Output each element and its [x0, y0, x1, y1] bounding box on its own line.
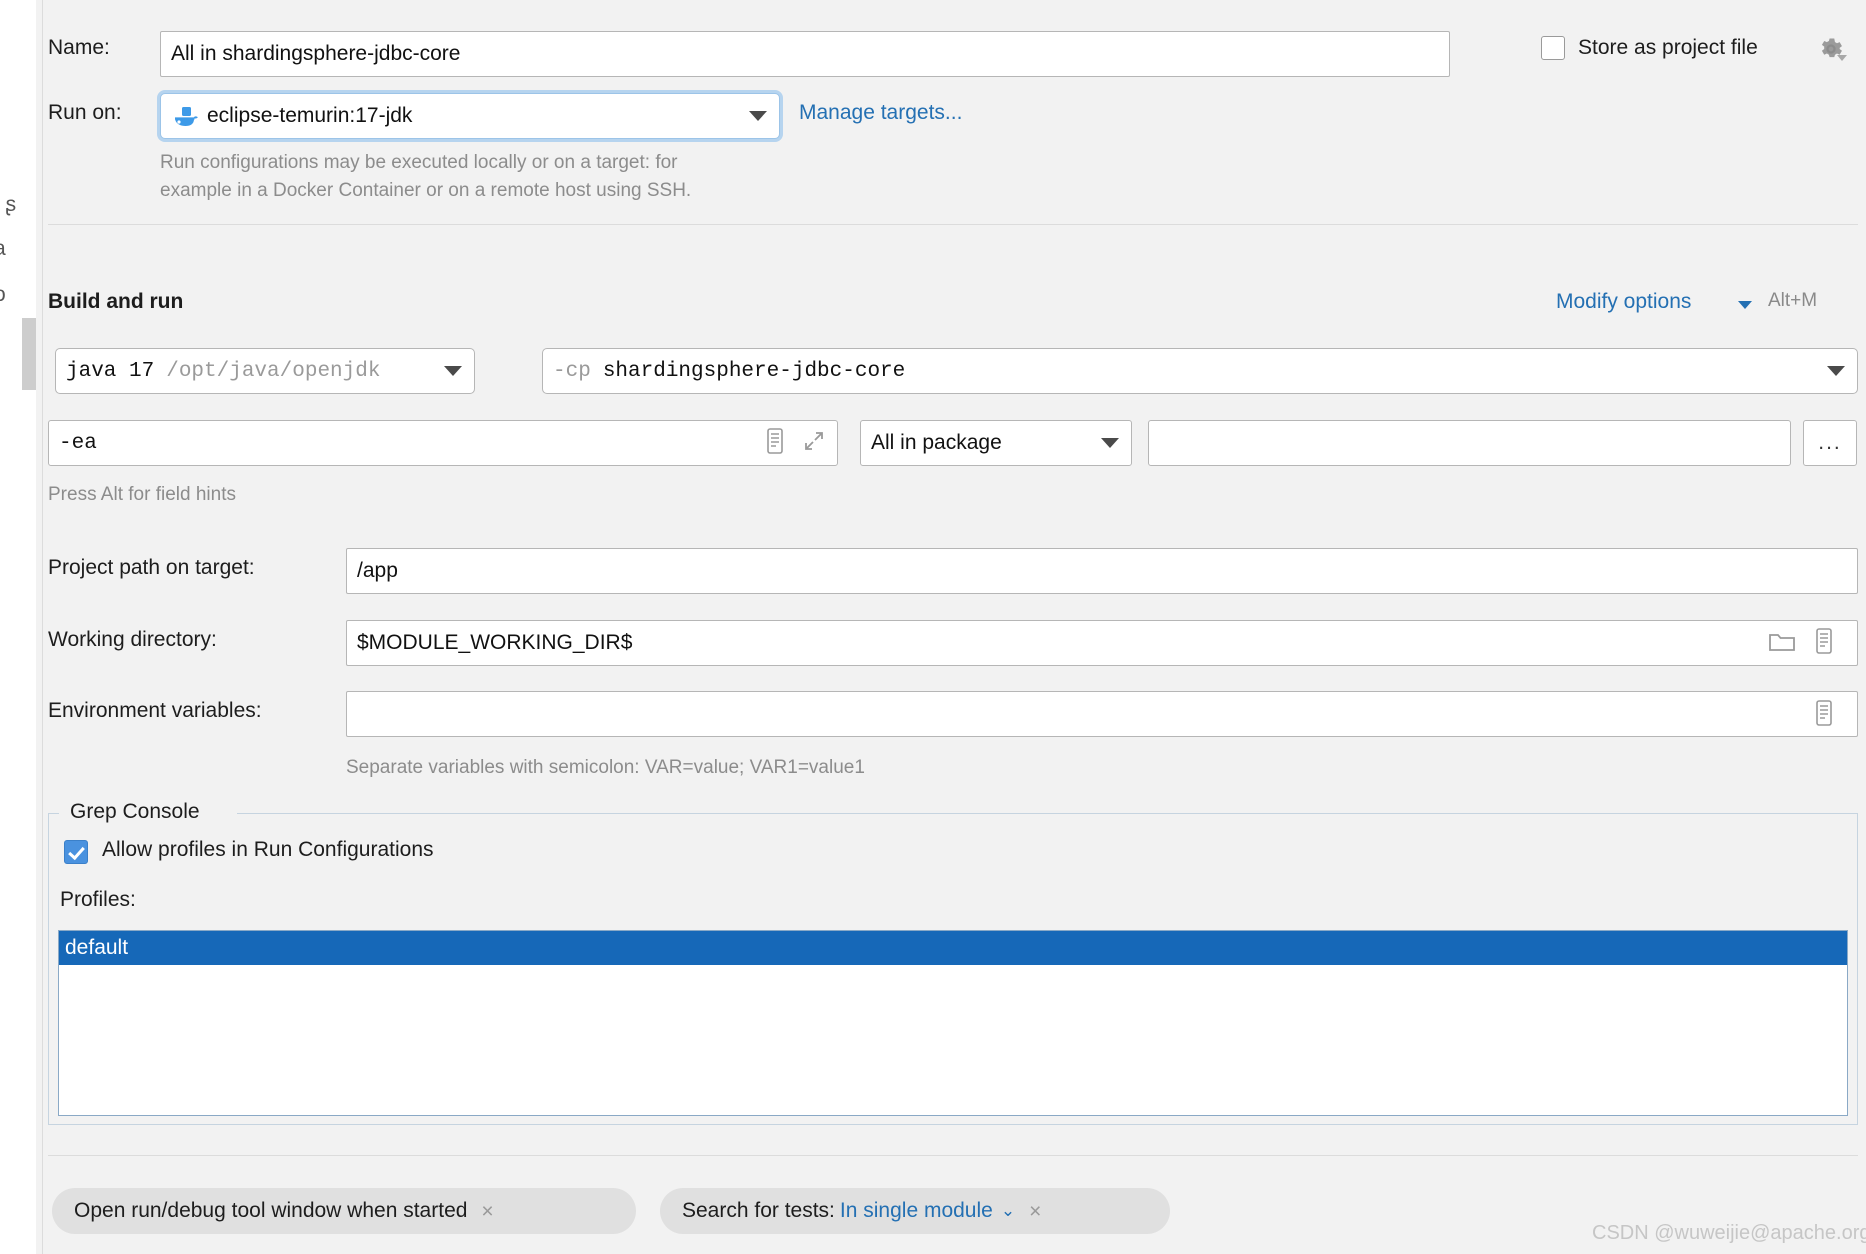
profiles-label: Profiles:: [60, 888, 136, 911]
classpath-module-value: shardingsphere-jdbc-core: [602, 359, 906, 383]
footer-divider: [48, 1155, 1858, 1156]
allow-profiles-label: Allow profiles in Run Configurations: [102, 838, 434, 861]
chip-label: Search for tests:: [682, 1199, 835, 1222]
store-as-project-file-label: Store as project file: [1578, 36, 1758, 59]
jre-combobox[interactable]: java 17 /opt/java/openjdk: [55, 348, 475, 394]
working-directory-input[interactable]: $MODULE_WORKING_DIR$: [346, 620, 1858, 666]
close-icon[interactable]: ×: [1029, 1201, 1041, 1222]
project-path-label: Project path on target:: [48, 556, 255, 579]
list-item[interactable]: default: [59, 931, 1847, 965]
working-directory-label: Working directory:: [48, 628, 217, 651]
browse-package-button[interactable]: ...: [1803, 420, 1857, 466]
tree-scrollbar-thumb[interactable]: [22, 318, 36, 390]
package-input[interactable]: [1148, 420, 1791, 466]
run-on-description-line-2: example in a Docker Container or on a re…: [160, 180, 692, 201]
chevron-down-icon[interactable]: [1101, 438, 1119, 448]
run-on-target-combobox[interactable]: eclipse-temurin:17-jdk: [160, 93, 780, 139]
classpath-module-combobox[interactable]: -cp shardingsphere-jdbc-core: [542, 348, 1858, 394]
expand-editor-icon[interactable]: [803, 430, 825, 458]
configuration-tree-panel[interactable]: ı ʂ a o: [0, 0, 37, 1254]
build-and-run-title: Build and run: [48, 290, 184, 313]
field-hint: Press Alt for field hints: [48, 484, 236, 505]
watermark: CSDN @wuweijie@apache.org: [1592, 1222, 1866, 1244]
chevron-down-icon[interactable]: [1738, 301, 1752, 309]
chip-label: Open run/debug tool window when started: [74, 1199, 468, 1222]
chevron-down-icon[interactable]: [1827, 366, 1845, 376]
section-divider: [48, 224, 1858, 225]
chip-value[interactable]: In single module: [840, 1199, 993, 1223]
manage-targets-link[interactable]: Manage targets...: [799, 101, 962, 125]
insert-macro-icon[interactable]: [765, 428, 785, 460]
profiles-list[interactable]: default: [58, 930, 1848, 1116]
run-on-label: Run on:: [48, 101, 122, 124]
jre-version: java 17: [66, 359, 155, 383]
store-as-project-file-checkbox[interactable]: [1541, 36, 1565, 60]
environment-variables-input[interactable]: [346, 691, 1858, 737]
chevron-down-icon[interactable]: [749, 111, 767, 121]
docker-whale-icon: [173, 105, 199, 135]
modify-options-link[interactable]: Modify options: [1556, 290, 1691, 314]
chevron-down-icon[interactable]: [444, 366, 462, 376]
profile-name: default: [65, 936, 129, 959]
folder-icon[interactable]: [1768, 630, 1796, 660]
test-scope-value: All in package: [871, 431, 1002, 454]
chip-search-for-tests[interactable]: Search for tests: In single module ⌄ ×: [660, 1188, 1170, 1234]
close-icon[interactable]: ×: [481, 1201, 493, 1222]
run-on-target-value: eclipse-temurin:17-jdk: [207, 104, 413, 127]
run-on-description-line-1: Run configurations may be executed local…: [160, 152, 678, 173]
project-path-input[interactable]: /app: [346, 548, 1858, 594]
classpath-prefix: -cp: [553, 359, 591, 383]
name-input[interactable]: All in shardingsphere-jdbc-core: [160, 31, 1450, 77]
project-path-value: /app: [357, 559, 398, 582]
grep-console-group-title: Grep Console: [64, 800, 206, 824]
allow-profiles-checkbox[interactable]: [64, 840, 88, 864]
name-input-value: All in shardingsphere-jdbc-core: [171, 42, 461, 65]
environment-variables-hint: Separate variables with semicolon: VAR=v…: [346, 757, 865, 778]
insert-macro-icon[interactable]: [1814, 628, 1834, 660]
name-label: Name:: [48, 36, 110, 59]
panel-splitter[interactable]: [36, 0, 43, 1254]
environment-variables-label: Environment variables:: [48, 699, 262, 722]
working-directory-value: $MODULE_WORKING_DIR$: [357, 631, 633, 654]
tree-item-fragment-3: o: [0, 283, 6, 307]
jre-path: /opt/java/openjdk: [166, 359, 381, 383]
modify-options-shortcut: Alt+M: [1768, 290, 1818, 311]
chip-open-run-debug-tool-window[interactable]: Open run/debug tool window when started …: [52, 1188, 636, 1234]
vm-options-input[interactable]: -ea: [48, 420, 838, 466]
run-debug-configuration-dialog: ı ʂ a o Name: All in shardingsphere-jdbc…: [0, 0, 1866, 1254]
test-scope-combobox[interactable]: All in package: [860, 420, 1132, 466]
tree-item-fragment-2: a: [0, 237, 6, 261]
vm-options-value: -ea: [59, 431, 97, 455]
insert-macro-icon[interactable]: [1814, 700, 1834, 732]
gear-icon[interactable]: [1817, 35, 1847, 69]
tree-item-fragment-1: ı ʂ: [0, 193, 17, 216]
chevron-down-icon[interactable]: ⌄: [1001, 1201, 1015, 1221]
